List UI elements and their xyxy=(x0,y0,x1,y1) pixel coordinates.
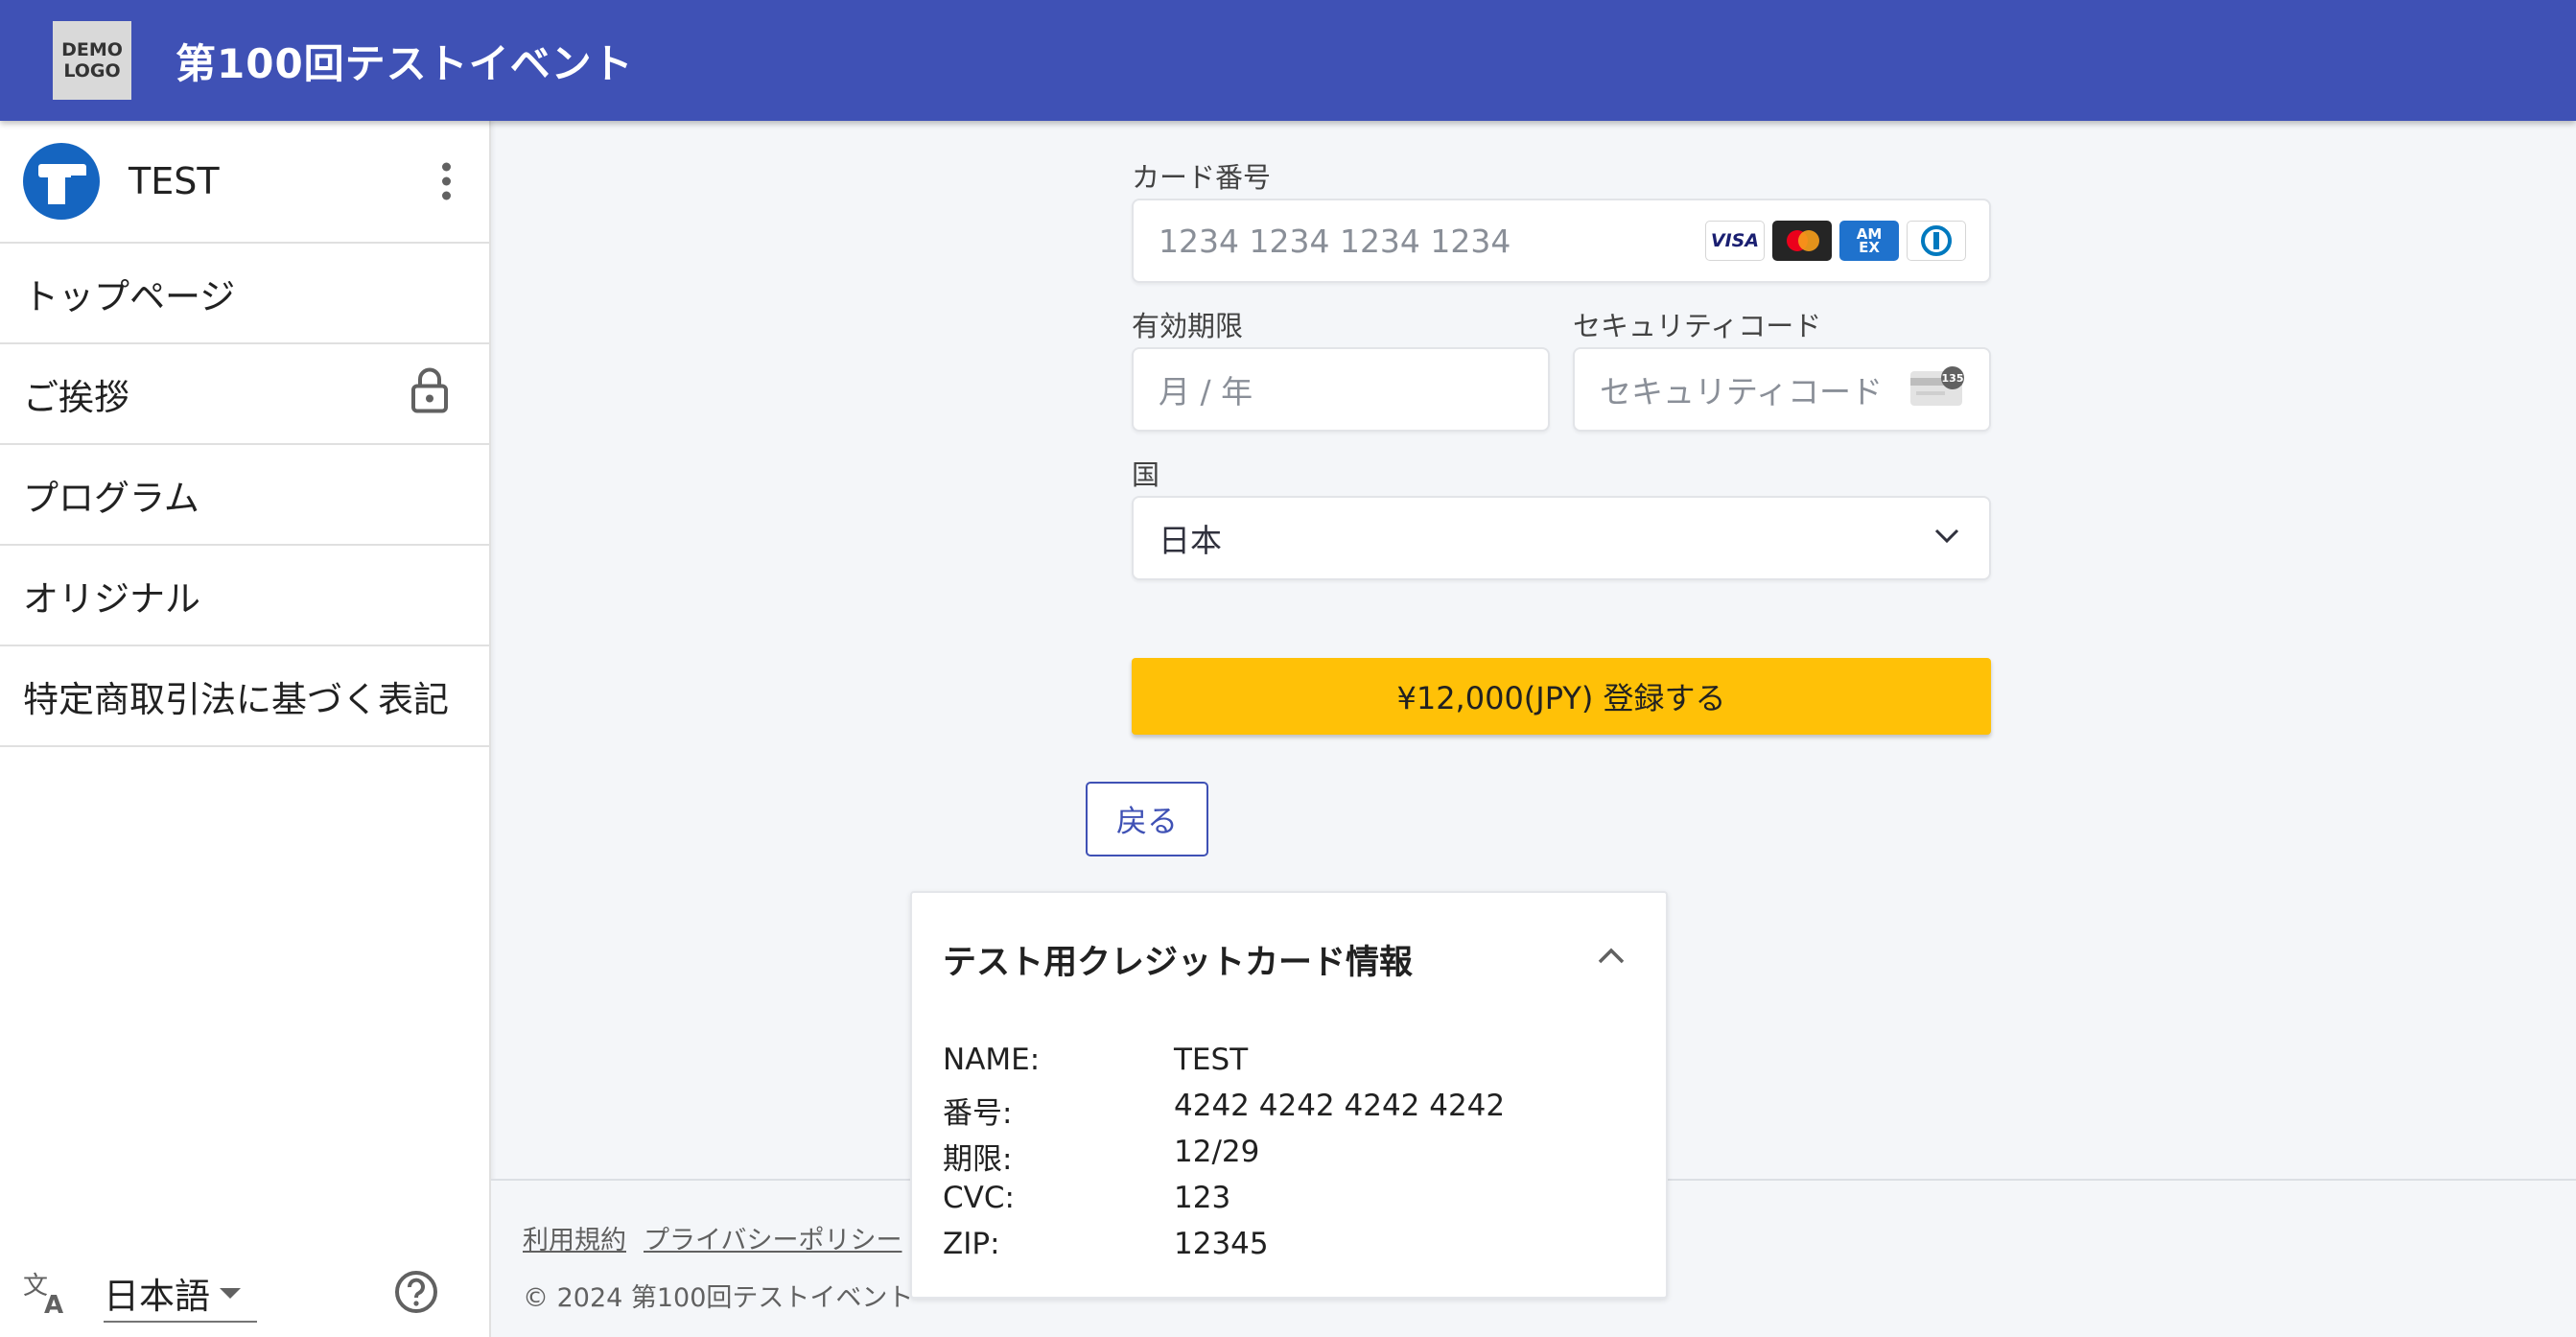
logo-line1: DEMO xyxy=(61,39,123,60)
help-icon[interactable] xyxy=(393,1269,439,1319)
card-number-placeholder: 1234 1234 1234 1234 xyxy=(1159,222,1511,260)
register-submit-button[interactable]: ¥12,000(JPY) 登録する xyxy=(1132,658,1991,735)
expiry-input[interactable]: 月 / 年 xyxy=(1132,347,1550,432)
cvc-label: セキュリティコード xyxy=(1573,310,1822,342)
card-number-input[interactable]: 1234 1234 1234 1234 VISA AM EX xyxy=(1132,199,1991,283)
sidebar-item-label: ご挨拶 xyxy=(23,376,129,418)
language-select[interactable]: 日本語 xyxy=(104,1265,257,1323)
lock-icon xyxy=(410,366,449,421)
language-value: 日本語 xyxy=(104,1276,210,1317)
chevron-up-icon[interactable] xyxy=(1597,947,1626,970)
avatar xyxy=(23,143,100,220)
sidebar-item-top-page[interactable]: トップページ xyxy=(0,244,489,344)
svg-text:A: A xyxy=(44,1291,63,1315)
info-row-number: 番号: 4242 4242 4242 4242 xyxy=(943,1089,1506,1131)
card-number-label: カード番号 xyxy=(1132,161,1272,194)
visa-icon: VISA xyxy=(1705,221,1765,261)
mastercard-icon xyxy=(1772,221,1832,261)
submit-label: ¥12,000(JPY) 登録する xyxy=(1396,680,1726,716)
country-value: 日本 xyxy=(1159,522,1222,559)
cvc-input[interactable]: セキュリティコード 135 xyxy=(1573,347,1991,432)
chevron-down-icon xyxy=(1933,528,1960,549)
more-options-icon[interactable] xyxy=(442,162,451,200)
sidebar-item-label: プログラム xyxy=(23,477,199,519)
country-label: 国 xyxy=(1132,458,1160,491)
cvc-icon-text: 135 xyxy=(1942,372,1964,385)
info-row-cvc: CVC: 123 xyxy=(943,1181,1231,1215)
cvc-placeholder: セキュリティコード xyxy=(1600,373,1884,410)
back-button[interactable]: 戻る xyxy=(1086,782,1208,856)
info-row-expiry: 期限: 12/29 xyxy=(943,1135,1260,1177)
panel-title: テスト用クレジットカード情報 xyxy=(943,944,1414,982)
app-header: DEMO LOGO 第100回テストイベント xyxy=(0,0,2576,121)
info-row-zip: ZIP: 12345 xyxy=(943,1227,1269,1261)
sidebar-item-original[interactable]: オリジナル xyxy=(0,546,489,646)
test-card-panel: テスト用クレジットカード情報 NAME: TEST 番号: 4242 4242 … xyxy=(910,891,1668,1299)
translate-icon: 文A xyxy=(23,1269,73,1320)
sidebar-item-greeting[interactable]: ご挨拶 xyxy=(0,344,489,445)
sidebar-item-label: 特定商取引法に基づく表記 xyxy=(23,678,449,720)
sidebar-item-label: オリジナル xyxy=(23,577,200,620)
terms-link[interactable]: 利用規約 xyxy=(523,1219,626,1256)
cvc-card-icon: 135 xyxy=(1909,365,1966,413)
logo-line2: LOGO xyxy=(63,60,121,82)
back-label: 戻る xyxy=(1115,803,1178,839)
sidebar-item-program[interactable]: プログラム xyxy=(0,445,489,546)
expiry-label: 有効期限 xyxy=(1132,310,1244,342)
privacy-policy-link[interactable]: プライバシーポリシー xyxy=(644,1219,902,1256)
demo-logo[interactable]: DEMO LOGO xyxy=(53,21,131,100)
copyright: © 2024 第100回テストイベント xyxy=(523,1283,914,1313)
user-row: TEST xyxy=(0,121,489,244)
event-title: 第100回テストイベント xyxy=(176,39,634,87)
user-name: TEST xyxy=(129,160,220,202)
footer-links: 利用規約 プライバシーポリシー xyxy=(523,1219,902,1256)
sidebar-item-legal-notice[interactable]: 特定商取引法に基づく表記 xyxy=(0,646,489,747)
language-bar: 文A 日本語 xyxy=(0,1251,489,1337)
amex-icon: AM EX xyxy=(1839,221,1899,261)
sidebar: TEST トップページ ご挨拶 プログラム オリジナル 特定商取引法に基づく表記… xyxy=(0,121,491,1337)
sidebar-item-label: トップページ xyxy=(23,275,236,317)
card-brands: VISA AM EX xyxy=(1705,221,1966,261)
chevron-down-icon xyxy=(220,1287,241,1299)
country-select[interactable]: 日本 xyxy=(1132,496,1991,580)
info-row-name: NAME: TEST xyxy=(943,1043,1249,1077)
diners-icon xyxy=(1907,221,1966,261)
expiry-placeholder: 月 / 年 xyxy=(1159,373,1253,410)
